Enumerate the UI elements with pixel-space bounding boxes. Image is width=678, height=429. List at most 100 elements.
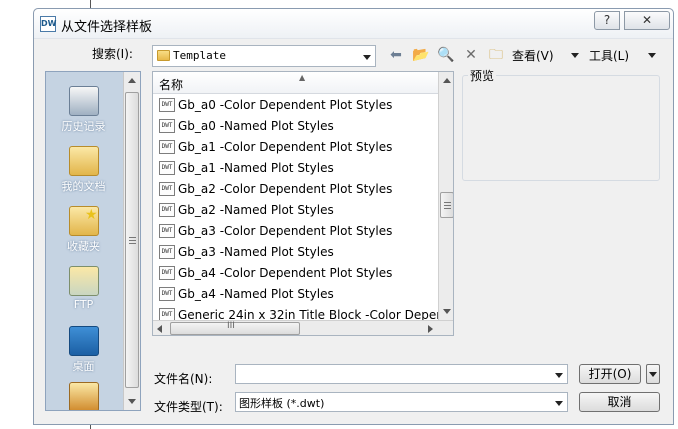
new-folder-icon[interactable]: 🗀 — [487, 46, 505, 64]
delete-icon[interactable]: ✕ — [462, 46, 480, 64]
open-button[interactable]: 打开(O) — [579, 364, 641, 384]
scroll-down-arrow-icon[interactable] — [128, 399, 136, 404]
file-name: Gb_a0 -Named Plot Styles — [178, 119, 334, 133]
dwt-file-icon: DWT — [159, 119, 175, 133]
help-button[interactable]: ? — [594, 11, 620, 30]
grip-line — [444, 202, 451, 203]
grip-line — [444, 208, 451, 209]
scroll-right-arrow-icon[interactable] — [428, 325, 433, 333]
file-list-hscroll-thumb[interactable]: III — [170, 321, 300, 335]
dwt-file-icon: DWT — [159, 140, 175, 154]
file-name: Gb_a3 -Color Dependent Plot Styles — [178, 224, 393, 238]
place-label: FTP — [73, 298, 94, 311]
file-name: Gb_a2 -Named Plot Styles — [178, 203, 334, 217]
file-list-item[interactable]: DWT Gb_a0 -Named Plot Styles — [153, 116, 438, 137]
up-folder-icon[interactable]: 📂 — [412, 46, 430, 64]
place-my-documents[interactable]: 我的文档 — [46, 146, 121, 194]
file-list-item[interactable]: DWT Gb_a2 -Named Plot Styles — [153, 200, 438, 221]
place-label: 我的文档 — [61, 180, 106, 193]
hscroll-grip: III — [227, 321, 235, 331]
place-label: 桌面 — [72, 360, 95, 373]
look-in-value: Template — [173, 49, 226, 62]
places-scrollbar[interactable] — [123, 72, 140, 410]
scroll-left-arrow-icon[interactable] — [157, 325, 162, 333]
open-options-dropdown[interactable] — [646, 364, 660, 384]
file-name: Gb_a3 -Named Plot Styles — [178, 245, 334, 259]
place-label: 收藏夹 — [67, 240, 100, 253]
file-rows: DWT Gb_a0 -Color Dependent Plot Styles DWT… — [153, 95, 453, 326]
chevron-down-icon — [363, 55, 371, 60]
place-history[interactable]: 历史记录 — [46, 86, 121, 134]
scroll-down-arrow-icon[interactable] — [443, 309, 451, 314]
cancel-button[interactable]: 取消 — [579, 392, 660, 412]
file-list-vscrollbar[interactable] — [438, 72, 453, 320]
filetype-dropdown[interactable]: 图形样板 (*.dwt) — [235, 392, 568, 412]
file-name: Gb_a1 -Named Plot Styles — [178, 161, 334, 175]
dwt-file-icon: DWT — [159, 224, 175, 238]
file-list-hscrollbar[interactable]: III — [153, 320, 453, 335]
file-list-item[interactable]: DWT Gb_a2 -Color Dependent Plot Styles — [153, 179, 438, 200]
file-name: Gb_a4 -Color Dependent Plot Styles — [178, 266, 393, 280]
page-edge-line — [90, 425, 91, 429]
file-list-vscroll-thumb[interactable] — [440, 192, 453, 218]
desktop-icon — [68, 326, 99, 356]
places-scroll-thumb[interactable] — [125, 92, 139, 388]
dwt-file-icon: DWT — [159, 182, 175, 196]
buzzsaw-icon — [68, 382, 99, 410]
grip-line — [129, 243, 136, 244]
views-dropdown-arrow[interactable] — [571, 53, 579, 58]
look-in-dropdown[interactable]: Template — [152, 45, 376, 67]
file-name: Gb_a4 -Named Plot Styles — [178, 287, 334, 301]
close-button[interactable]: ✕ — [624, 11, 670, 30]
dwt-file-icon: DWT — [159, 98, 175, 112]
place-ftp[interactable]: FTP — [46, 266, 121, 311]
filetype-label: 文件类型(T): — [154, 400, 223, 414]
file-list-item[interactable]: DWT Gb_a1 -Named Plot Styles — [153, 158, 438, 179]
views-menu[interactable]: 查看(V) — [512, 47, 554, 64]
file-list-item[interactable]: DWT Gb_a3 -Named Plot Styles — [153, 242, 438, 263]
file-list-item[interactable]: DWT Gb_a4 -Named Plot Styles — [153, 284, 438, 305]
back-arrow-icon[interactable]: ⬅ — [387, 46, 405, 64]
grip-line — [129, 237, 136, 238]
preview-label: 预览 — [468, 67, 497, 84]
file-list: 名称 ▲ DWT Gb_a0 -Color Dependent Plot Styl… — [152, 71, 454, 336]
place-favorites[interactable]: ★ 收藏夹 — [46, 206, 121, 254]
window-title: 从文件选择样板 — [61, 20, 153, 35]
scroll-up-arrow-icon[interactable] — [128, 78, 136, 83]
search-web-icon[interactable]: 🔍 — [437, 46, 455, 64]
folder-icon — [157, 50, 170, 61]
grip-line — [129, 240, 136, 241]
dwt-file-icon: DWT — [159, 266, 175, 280]
file-list-item[interactable]: DWT Gb_a0 -Color Dependent Plot Styles — [153, 95, 438, 116]
tools-menu[interactable]: 工具(L) — [589, 47, 629, 64]
file-list-item[interactable]: DWT Gb_a1 -Color Dependent Plot Styles — [153, 137, 438, 158]
history-icon — [68, 86, 99, 116]
file-list-item[interactable]: DWT Gb_a3 -Color Dependent Plot Styles — [153, 221, 438, 242]
column-header-label: 名称 — [159, 78, 184, 92]
chevron-down-icon — [649, 372, 657, 377]
select-template-dialog: DW 从文件选择样板 ? ✕ 搜索(I): Template ⬅ 📂 🔍 ✕ 🗀… — [33, 8, 674, 425]
tools-dropdown-arrow[interactable] — [648, 53, 656, 58]
column-header-name[interactable]: 名称 ▲ — [153, 72, 438, 94]
filename-input[interactable] — [235, 364, 568, 384]
file-name: Gb_a0 -Color Dependent Plot Styles — [178, 98, 393, 112]
place-buzzsaw[interactable] — [46, 382, 121, 410]
chevron-down-icon[interactable] — [555, 373, 563, 378]
file-name: Gb_a2 -Color Dependent Plot Styles — [178, 182, 393, 196]
scroll-up-arrow-icon[interactable] — [443, 78, 451, 83]
dwt-file-icon: DWT — [159, 203, 175, 217]
preview-pane — [462, 75, 660, 181]
dwt-file-icon: DWT — [159, 245, 175, 259]
file-list-item[interactable]: DWT Gb_a4 -Color Dependent Plot Styles — [153, 263, 438, 284]
title-bar: DW 从文件选择样板 ? ✕ — [34, 9, 673, 39]
dwt-file-icon: DWT — [159, 287, 175, 301]
autocad-dwg-icon: DW — [40, 16, 56, 32]
grip-line — [444, 205, 451, 206]
place-desktop[interactable]: 桌面 — [46, 326, 121, 374]
chevron-down-icon[interactable] — [555, 401, 563, 406]
search-label: 搜索(I): — [92, 47, 133, 61]
filename-label: 文件名(N): — [154, 372, 213, 386]
my-documents-icon — [68, 146, 99, 176]
sort-ascending-icon: ▲ — [299, 73, 306, 82]
filetype-value: 图形样板 (*.dwt) — [239, 397, 325, 410]
